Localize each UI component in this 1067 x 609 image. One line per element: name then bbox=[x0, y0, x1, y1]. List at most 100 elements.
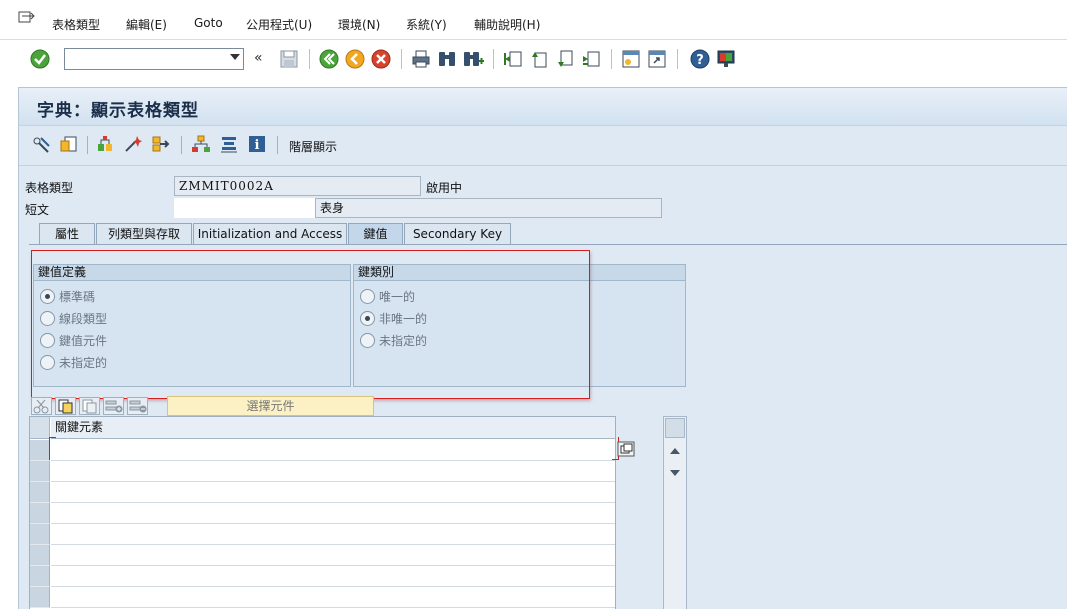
row-line bbox=[51, 460, 615, 461]
column-header-key-element[interactable]: 關鍵元素 bbox=[51, 417, 615, 439]
menu-help[interactable]: 輔助說明(H) bbox=[474, 16, 540, 33]
menu-system[interactable]: 系統(Y) bbox=[406, 16, 447, 33]
last-page-icon[interactable] bbox=[580, 48, 602, 70]
tab-secondary-key[interactable]: Secondary Key bbox=[404, 223, 511, 245]
cut-button[interactable] bbox=[31, 397, 52, 415]
toolbar-separator bbox=[87, 136, 88, 154]
paste-icon bbox=[82, 399, 97, 414]
info-icon[interactable]: i bbox=[247, 134, 267, 154]
print-icon[interactable] bbox=[410, 48, 432, 70]
table-settings-icon[interactable] bbox=[617, 441, 635, 457]
exit-icon[interactable] bbox=[344, 48, 366, 70]
row-selector[interactable] bbox=[30, 440, 50, 461]
where-used-icon[interactable] bbox=[151, 134, 171, 154]
title-bar: 字典：顯示表格類型 bbox=[19, 88, 1067, 126]
find-icon[interactable] bbox=[436, 48, 458, 70]
activate-icon[interactable] bbox=[123, 134, 143, 154]
scroll-down-icon[interactable] bbox=[670, 470, 680, 476]
row-selector[interactable] bbox=[30, 587, 50, 608]
menu-edit[interactable]: 編輯(E) bbox=[126, 16, 167, 33]
menu-window-icon[interactable] bbox=[18, 10, 36, 26]
row-selector[interactable] bbox=[30, 503, 50, 524]
menu-utilities[interactable]: 公用程式(U) bbox=[246, 16, 312, 33]
insert-row-icon bbox=[105, 400, 123, 413]
menu-environment[interactable]: 環境(N) bbox=[338, 16, 380, 33]
row-line bbox=[51, 586, 615, 587]
hierarchy-display-button[interactable]: 階層顯示 bbox=[289, 138, 337, 155]
row-line bbox=[51, 523, 615, 524]
row-line bbox=[51, 481, 615, 482]
first-page-icon[interactable] bbox=[502, 48, 524, 70]
table-type-field[interactable]: ZMMIT0002A bbox=[174, 176, 421, 196]
vertical-scrollbar[interactable] bbox=[663, 416, 687, 609]
copy-button[interactable] bbox=[55, 397, 76, 415]
tab-strip-line bbox=[29, 244, 1067, 245]
row-selector[interactable] bbox=[30, 524, 50, 545]
tab-attributes[interactable]: 屬性 bbox=[39, 223, 95, 245]
svg-text:i: i bbox=[255, 138, 260, 153]
hierarchy-icon[interactable] bbox=[191, 134, 211, 154]
row-line bbox=[51, 607, 615, 608]
delete-row-icon bbox=[129, 400, 147, 413]
toolbar-separator bbox=[493, 49, 494, 69]
new-session-icon[interactable] bbox=[620, 48, 642, 70]
enter-check-icon[interactable] bbox=[29, 48, 51, 70]
command-field[interactable] bbox=[64, 48, 244, 70]
page-title: 字典：顯示表格類型 bbox=[37, 101, 199, 121]
choose-components-button[interactable]: 選擇元件 bbox=[167, 396, 374, 416]
shortcut-icon[interactable] bbox=[646, 48, 668, 70]
copy-icon bbox=[58, 399, 73, 414]
check-object-icon[interactable] bbox=[95, 134, 115, 154]
collapse-icon[interactable]: « bbox=[254, 50, 263, 66]
row-selector[interactable] bbox=[30, 545, 50, 566]
toolbar-separator bbox=[401, 49, 402, 69]
divider bbox=[19, 165, 1067, 166]
application-toolbar: i 階層顯示 bbox=[19, 127, 1067, 161]
find-next-icon[interactable] bbox=[462, 48, 484, 70]
menu-table-type[interactable]: 表格類型 bbox=[52, 16, 100, 33]
display-change-icon[interactable] bbox=[31, 134, 51, 154]
insert-row-button[interactable] bbox=[103, 397, 124, 415]
toolbar-separator bbox=[611, 49, 612, 69]
chevron-down-icon[interactable] bbox=[230, 54, 240, 60]
back-icon[interactable] bbox=[318, 48, 340, 70]
row-line bbox=[51, 544, 615, 545]
scroll-up-icon[interactable] bbox=[670, 448, 680, 454]
next-page-icon[interactable] bbox=[554, 48, 576, 70]
row-line bbox=[51, 502, 615, 503]
delete-row-button[interactable] bbox=[127, 397, 148, 415]
list-icon[interactable] bbox=[219, 134, 239, 154]
select-all-cell[interactable] bbox=[30, 417, 50, 439]
tab-key[interactable]: 鍵值 bbox=[348, 223, 403, 245]
tab-initialization-access[interactable]: Initialization and Access bbox=[193, 223, 347, 245]
short-text-label: 短文 bbox=[25, 203, 50, 217]
toolbar-separator bbox=[677, 49, 678, 69]
toolbar-separator bbox=[309, 49, 310, 69]
standard-toolbar: « ? bbox=[0, 41, 1067, 79]
row-selector[interactable] bbox=[30, 566, 50, 587]
svg-text:?: ? bbox=[696, 53, 704, 68]
toolbar-separator bbox=[181, 136, 182, 154]
menu-bar: 表格類型 編輯(E) Goto 公用程式(U) 環境(N) 系統(Y) 輔助說明… bbox=[0, 0, 1067, 40]
row-line bbox=[51, 565, 615, 566]
main-panel: 字典：顯示表格類型 i 階層顯示 表格類型 ZMMIT0002A 啟用中 短文 … bbox=[18, 87, 1067, 609]
toolbar-separator bbox=[277, 136, 278, 154]
tab-row-type-access[interactable]: 列類型與存取 bbox=[96, 223, 192, 245]
customize-layout-icon[interactable] bbox=[715, 48, 737, 70]
scissors-icon bbox=[33, 399, 49, 414]
highlight-box bbox=[31, 250, 590, 399]
short-text-field[interactable] bbox=[174, 198, 315, 218]
other-object-icon[interactable] bbox=[59, 134, 79, 154]
save-icon[interactable] bbox=[278, 48, 300, 70]
paste-button[interactable] bbox=[79, 397, 100, 415]
previous-page-icon[interactable] bbox=[528, 48, 550, 70]
cancel-icon[interactable] bbox=[370, 48, 392, 70]
scroll-thumb[interactable] bbox=[665, 418, 685, 438]
row-selector[interactable] bbox=[30, 461, 50, 482]
help-icon[interactable]: ? bbox=[689, 48, 711, 70]
command-input[interactable] bbox=[65, 49, 221, 69]
row-selector[interactable] bbox=[30, 482, 50, 503]
menu-goto[interactable]: Goto bbox=[194, 16, 223, 30]
highlight-row-marker bbox=[49, 437, 619, 460]
table-body-field: 表身 bbox=[315, 198, 662, 218]
